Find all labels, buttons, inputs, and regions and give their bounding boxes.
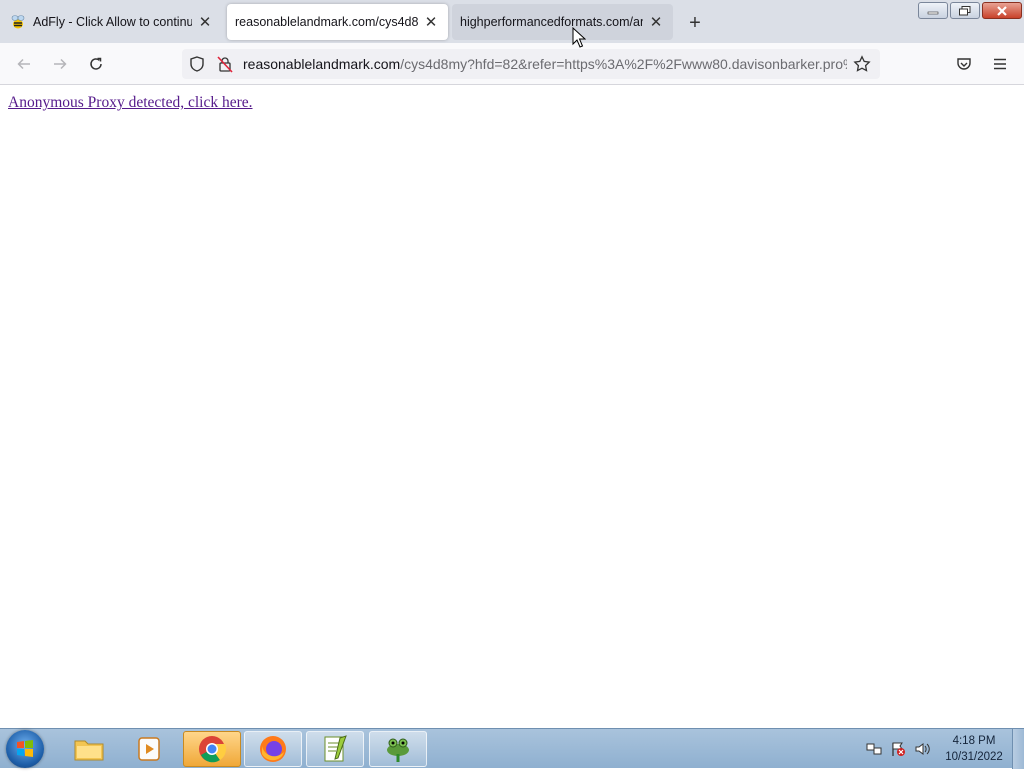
tab-title: highperformancedformats.com/an	[460, 15, 643, 29]
reload-icon	[90, 57, 102, 70]
action-center-flag-icon[interactable]	[890, 741, 906, 757]
chrome-icon	[199, 736, 227, 763]
media-player-icon	[138, 737, 160, 761]
restore-button[interactable]	[950, 2, 980, 19]
shield-icon[interactable]	[188, 55, 206, 73]
windows-taskbar: 4:18 PM 10/31/2022	[0, 728, 1024, 769]
tab-close-icon[interactable]: ✕	[196, 13, 214, 31]
start-button[interactable]	[6, 730, 44, 768]
tab-close-icon[interactable]: ✕	[647, 13, 665, 31]
close-window-button[interactable]	[982, 2, 1022, 19]
mouse-cursor-icon	[572, 27, 586, 48]
menu-button[interactable]	[988, 52, 1012, 76]
tab-title: reasonablelandmark.com/cys4d8my	[235, 15, 418, 29]
tab-title: AdFly - Click Allow to continue	[33, 15, 192, 29]
page-content: Anonymous Proxy detected, click here.	[0, 85, 1024, 728]
taskbar-file-explorer[interactable]	[60, 731, 118, 767]
pocket-icon	[957, 58, 971, 70]
navigation-toolbar: reasonablelandmark.com/cys4d8my?hfd=82&r…	[0, 43, 1024, 85]
taskbar-media-player[interactable]	[120, 731, 178, 767]
adfly-bee-icon	[11, 15, 25, 29]
tab-close-icon[interactable]: ✕	[422, 13, 440, 31]
anonymous-proxy-link[interactable]: Anonymous Proxy detected, click here.	[8, 94, 253, 112]
minimize-button[interactable]	[918, 2, 948, 19]
clock-time: 4:18 PM	[952, 735, 996, 747]
tab-adfly[interactable]: AdFly - Click Allow to continue ✕	[2, 4, 222, 40]
window-controls	[918, 2, 1022, 19]
gecko-icon	[387, 738, 409, 762]
minimize-icon	[927, 11, 939, 14]
folder-icon	[74, 740, 104, 761]
close-window-icon	[997, 5, 1007, 16]
url-text[interactable]: reasonablelandmark.com/cys4d8my?hfd=82&r…	[243, 56, 847, 72]
reload-button[interactable]	[84, 52, 108, 76]
clock-date: 10/31/2022	[945, 751, 1003, 763]
volume-icon[interactable]	[914, 741, 930, 757]
tab-reasonablelandmark[interactable]: reasonablelandmark.com/cys4d8my ✕	[227, 4, 448, 40]
taskbar-firefox[interactable]	[244, 731, 302, 767]
notepad-plus-plus-icon	[324, 735, 347, 762]
back-button[interactable]	[12, 52, 36, 76]
restore-icon	[959, 5, 971, 15]
new-tab-plus-icon[interactable]: +	[684, 12, 706, 34]
firefox-icon	[260, 736, 286, 762]
url-path: /cys4d8my?hfd=82&refer=https%3A%2F%2Fwww…	[400, 56, 847, 72]
windows-logo-icon	[17, 740, 33, 757]
bookmark-star-icon[interactable]	[853, 55, 871, 73]
pocket-button[interactable]	[952, 52, 976, 76]
taskbar-chrome[interactable]	[183, 731, 241, 767]
taskbar-gecko-app[interactable]	[369, 731, 427, 767]
forward-button[interactable]	[48, 52, 72, 76]
tab-strip: AdFly - Click Allow to continue ✕ reason…	[0, 0, 1024, 43]
network-icon[interactable]	[866, 741, 882, 757]
back-arrow-icon	[17, 58, 30, 70]
taskbar-notepad-plus-plus[interactable]	[306, 731, 364, 767]
address-bar[interactable]: reasonablelandmark.com/cys4d8my?hfd=82&r…	[182, 49, 880, 79]
system-clock[interactable]: 4:18 PM 10/31/2022	[938, 733, 1010, 765]
hamburger-menu-icon	[994, 58, 1006, 70]
url-domain: reasonablelandmark.com	[243, 56, 401, 72]
show-desktop-button[interactable]	[1012, 729, 1024, 769]
insecure-lock-icon[interactable]	[216, 55, 234, 73]
tab-highperformancedformats[interactable]: highperformancedformats.com/an ✕	[452, 4, 673, 40]
forward-arrow-icon	[54, 58, 67, 70]
